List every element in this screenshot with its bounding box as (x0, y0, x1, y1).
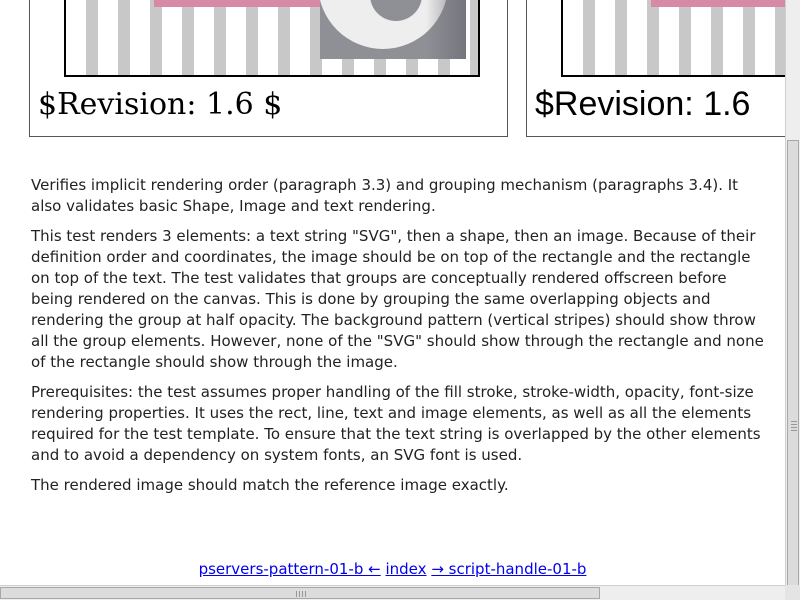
test-description: Verifies implicit rendering order (parag… (31, 175, 766, 505)
description-paragraph: The rendered image should match the refe… (31, 476, 509, 494)
pink-rectangle (651, 0, 795, 7)
reference-image-panel: $Revision: 1.6 (526, 0, 796, 137)
revision-label: $Revision: 1.6 $ (38, 87, 283, 122)
revision-label: $Revision: 1.6 (535, 85, 751, 123)
horizontal-scrollbar[interactable] (0, 585, 785, 600)
vertical-scroll-thumb[interactable] (787, 140, 799, 592)
index-link[interactable]: index (385, 560, 426, 578)
description-paragraph: This test renders 3 elements: a text str… (31, 227, 764, 371)
grip-icon (791, 421, 797, 431)
next-test-link[interactable]: → script-handle-01-b (431, 560, 586, 578)
description-paragraph: Prerequisites: the test assumes proper h… (31, 383, 761, 464)
pink-rectangle (154, 0, 320, 7)
test-image (320, 0, 466, 59)
test-render-frame (64, 0, 480, 77)
vertical-scrollbar[interactable] (785, 0, 800, 592)
grip-icon (296, 591, 306, 597)
test-navigation: pservers-pattern-01-b ← index → script-h… (0, 560, 785, 578)
svg-render-panel: $Revision: 1.6 $ (29, 0, 508, 137)
horizontal-scroll-thumb[interactable] (0, 587, 600, 599)
prev-test-link[interactable]: pservers-pattern-01-b ← (199, 560, 381, 578)
reference-render-frame (561, 0, 795, 77)
description-paragraph: Verifies implicit rendering order (parag… (31, 176, 739, 215)
scrollbar-corner (785, 585, 800, 600)
